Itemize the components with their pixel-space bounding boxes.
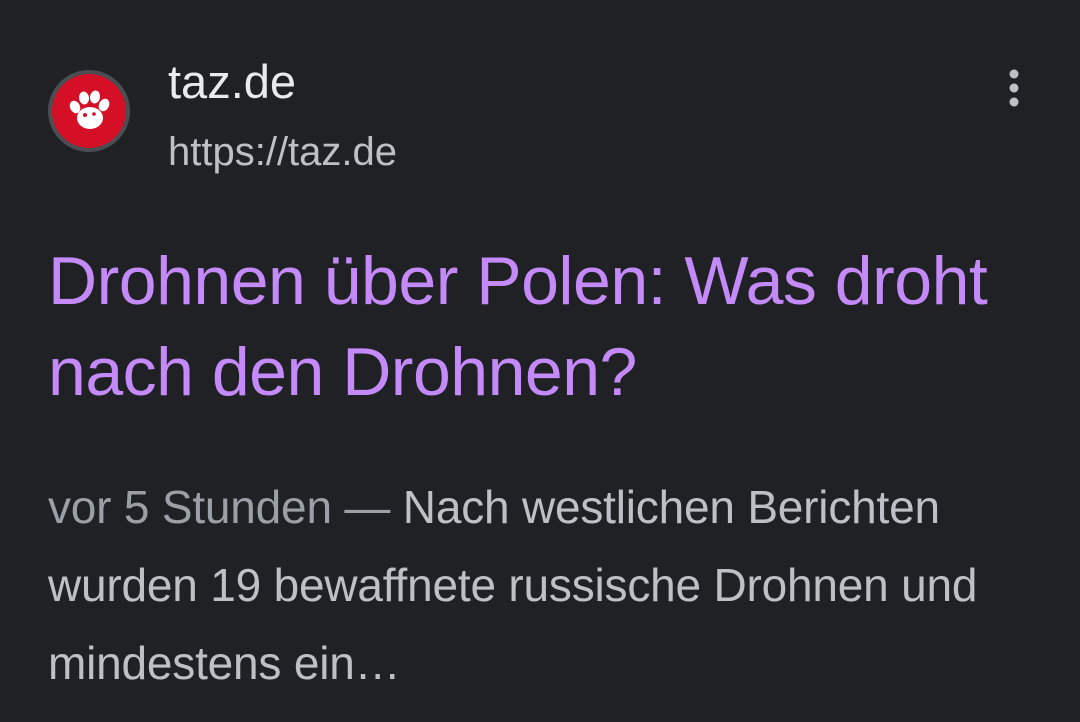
more-vertical-icon: [1009, 69, 1019, 107]
taz-paw-icon: [48, 70, 130, 152]
snippet-separator: —: [331, 481, 403, 533]
result-title-link[interactable]: Drohnen über Polen: Was droht nach den D…: [48, 236, 1048, 418]
snippet-date: vor 5 Stunden: [48, 481, 332, 533]
site-url: https://taz.de: [168, 130, 398, 174]
site-name: taz.de: [168, 55, 297, 108]
more-options-button[interactable]: [990, 62, 1038, 114]
search-result-card: taz.de https://taz.de Drohnen über Polen…: [0, 0, 1080, 722]
result-snippet: vor 5 Stunden — Nach westlichen Berichte…: [48, 468, 1058, 702]
result-source[interactable]: taz.de https://taz.de: [48, 58, 1048, 178]
